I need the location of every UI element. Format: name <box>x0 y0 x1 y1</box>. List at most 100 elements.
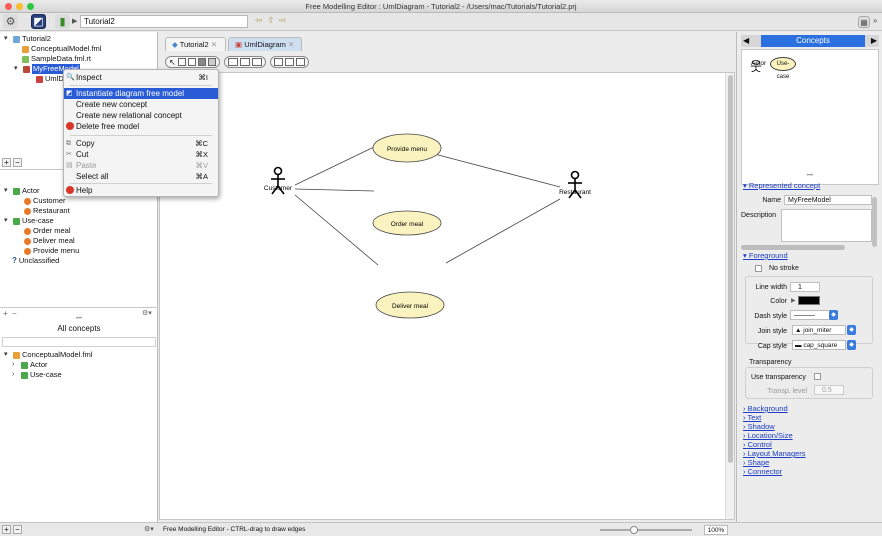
tab-tutorial2[interactable]: ◆ Tutorial2 ✕ <box>165 37 226 51</box>
menu-item-inspect[interactable]: 🔍 Inspect ⌘I <box>64 72 218 83</box>
association-edge[interactable] <box>294 146 375 186</box>
module-icon[interactable]: ▮ <box>55 14 70 29</box>
concept-search-input[interactable] <box>2 337 156 347</box>
overflow-chevron-icon[interactable]: » <box>873 16 877 25</box>
color-swatch[interactable] <box>798 296 820 305</box>
tree-item-customer[interactable]: Customer <box>24 196 66 206</box>
project-selector[interactable]: Tutorial2 <box>80 15 248 28</box>
settings-gear-icon[interactable]: ⚙ <box>3 14 18 29</box>
next-arrow-icon[interactable]: ▶ <box>871 36 877 45</box>
zoom-slider[interactable] <box>600 529 692 531</box>
menu-item-cut[interactable]: ✂ Cut ⌘X <box>64 149 218 160</box>
tree-item-use-case[interactable]: ▾ Use-case <box>4 216 54 226</box>
tree-item-actor[interactable]: ▾ Actor <box>4 186 40 196</box>
chevron-down-icon[interactable]: ▾ <box>4 34 11 44</box>
transp-level-stepper[interactable]: 0.5 <box>814 385 844 395</box>
layout-toggle-icon[interactable]: ▦ <box>858 16 870 28</box>
tree-item-conceptual-model-root[interactable]: ▾ ConceptualModel.fml <box>4 350 92 360</box>
draw-tool-icon[interactable] <box>197 58 206 66</box>
name-field[interactable]: MyFreeModel <box>784 195 872 205</box>
description-field[interactable] <box>781 209 872 242</box>
foreground-header[interactable]: ▾ Foreground <box>743 251 788 260</box>
join-style-select[interactable]: ▲ join_miter <box>792 325 846 335</box>
menu-item-delete-free-model[interactable]: Delete free model <box>64 121 218 132</box>
options-gear-icon[interactable]: ⚙▾ <box>144 525 154 533</box>
association-edge[interactable] <box>294 188 375 192</box>
section-connector[interactable]: › Connector <box>743 467 782 476</box>
represented-concept-header[interactable]: ▾ Represented concept <box>743 181 820 190</box>
section-shadow[interactable]: › Shadow <box>743 422 775 431</box>
tree-item-conceptual-model[interactable]: ConceptualModel.fml <box>22 44 101 54</box>
tree-item-restaurant[interactable]: Restaurant <box>24 206 70 216</box>
back-arrow-icon[interactable]: ⇦ <box>255 15 263 26</box>
splitter-dots[interactable]: ••• <box>0 316 158 322</box>
section-background[interactable]: › Background <box>743 404 788 413</box>
zoom-level[interactable]: 100% <box>704 525 728 535</box>
align-right-icon[interactable] <box>251 58 262 66</box>
association-edge[interactable] <box>294 194 379 266</box>
association-edge[interactable] <box>422 150 561 188</box>
zoom-slider-thumb[interactable] <box>630 526 638 534</box>
align-center-icon[interactable] <box>239 58 250 66</box>
tab-uml-diagram[interactable]: ▣ UmlDiagram ✕ <box>228 37 302 51</box>
tree-item-order-meal[interactable]: Order meal <box>24 226 71 236</box>
bring-front-icon[interactable] <box>273 58 283 66</box>
menu-item-copy[interactable]: ⧉ Copy ⌘C <box>64 138 218 149</box>
chevron-right-icon[interactable]: › <box>12 360 19 370</box>
up-arrow-icon[interactable]: ⇧ <box>267 15 275 26</box>
rectangle-tool-icon[interactable] <box>177 58 186 66</box>
menu-item-create-concept[interactable]: Create new concept <box>64 99 218 110</box>
tree-item-deliver-meal[interactable]: Deliver meal <box>24 236 75 246</box>
association-edge[interactable] <box>445 198 561 264</box>
prev-arrow-icon[interactable]: ◀ <box>743 36 749 45</box>
select-tool-icon[interactable] <box>187 58 196 66</box>
tree-item-sample-data[interactable]: SampleData.fml.rt <box>22 54 91 64</box>
section-shape[interactable]: › Shape <box>743 458 769 467</box>
tree-item-unclassified[interactable]: ? Unclassified <box>12 256 59 266</box>
use-transparency-checkbox[interactable] <box>814 373 821 380</box>
close-tab-icon[interactable]: ✕ <box>288 40 294 49</box>
tree-item-provide-menu[interactable]: Provide menu <box>24 246 79 256</box>
vertical-scrollbar[interactable] <box>725 73 734 519</box>
section-location-size[interactable]: › Location/Size <box>743 431 793 440</box>
remove-button[interactable]: − <box>13 525 22 534</box>
menu-item-paste[interactable]: ▤ Paste ⌘V <box>64 160 218 171</box>
section-control[interactable]: › Control <box>743 440 772 449</box>
align-left-icon[interactable] <box>227 58 238 66</box>
concepts-tab[interactable]: Concepts <box>761 35 865 47</box>
chevron-down-icon[interactable]: ▾ <box>14 64 21 74</box>
menu-item-create-relational-concept[interactable]: Create new relational concept <box>64 110 218 121</box>
add-button[interactable]: + <box>2 525 11 534</box>
use-case-palette-item[interactable]: Use-case <box>770 57 796 80</box>
menu-item-help[interactable]: Help <box>64 185 218 196</box>
menu-item-select-all[interactable]: Select all ⌘A <box>64 171 218 182</box>
text-tool-icon[interactable] <box>207 58 216 66</box>
section-text[interactable]: › Text <box>743 413 761 422</box>
tree-item-use-case-concept[interactable]: › Use-case <box>12 370 62 380</box>
dropdown-icon[interactable]: ◆ <box>847 325 856 335</box>
tree-item-actor-concept[interactable]: › Actor <box>12 360 48 370</box>
add-button[interactable]: + <box>2 158 11 167</box>
chevron-right-icon[interactable]: › <box>12 370 19 380</box>
remove-button[interactable]: − <box>13 158 22 167</box>
horizontal-scrollbar[interactable] <box>741 245 845 250</box>
menu-item-instantiate-diagram[interactable]: ◩ Instantiate diagram free model <box>64 88 218 99</box>
properties-scrollbar[interactable] <box>872 197 877 247</box>
splitter-dots[interactable]: ••• <box>737 173 882 179</box>
tree-root-project[interactable]: ▾ Tutorial2 <box>4 34 51 44</box>
dropdown-icon[interactable]: ◆ <box>829 310 838 320</box>
line-width-stepper[interactable]: 1 <box>790 282 820 292</box>
group-icon[interactable] <box>295 58 305 66</box>
section-layout-managers[interactable]: › Layout Managers <box>743 449 806 458</box>
diagram-editor-icon[interactable]: ◩ <box>31 14 46 29</box>
forward-arrow-icon[interactable]: ⇨ <box>279 15 287 26</box>
close-tab-icon[interactable]: ✕ <box>211 40 217 49</box>
no-stroke-checkbox[interactable] <box>755 265 762 272</box>
send-back-icon[interactable] <box>284 58 294 66</box>
cap-style-select[interactable]: ▬ cap_square <box>792 340 846 350</box>
chevron-down-icon[interactable]: ▾ <box>4 350 11 360</box>
diagram-canvas[interactable]: Customer Restaurant Provide menu Order m… <box>159 72 735 520</box>
pointer-tool-icon[interactable]: ↖ <box>169 58 176 67</box>
dropdown-icon[interactable]: ◆ <box>847 340 856 350</box>
scrollbar-thumb[interactable] <box>728 75 733 463</box>
